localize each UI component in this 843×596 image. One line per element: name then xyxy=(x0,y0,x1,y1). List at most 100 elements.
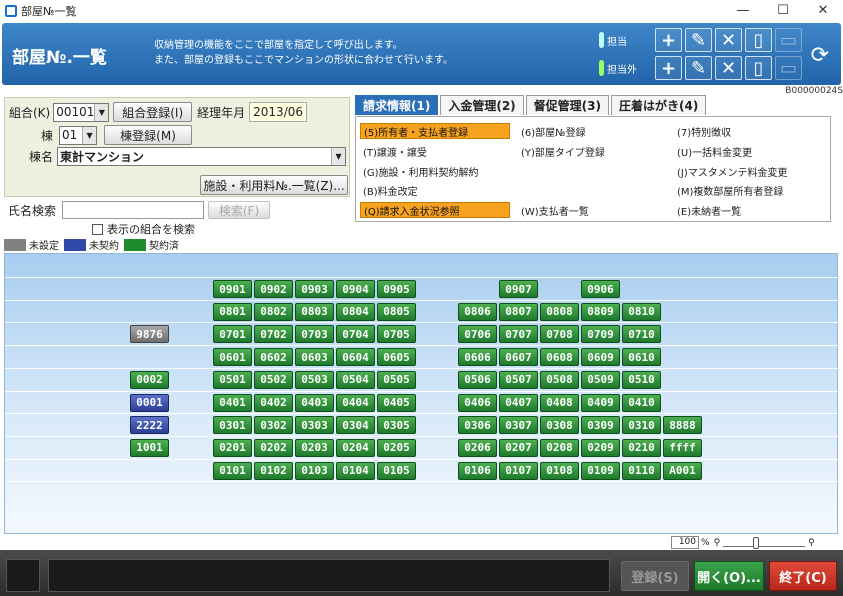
room-cell[interactable]: 0309 xyxy=(581,416,620,435)
room-cell[interactable]: 0609 xyxy=(581,348,620,367)
search-button[interactable]: 検索(F) xyxy=(208,201,271,219)
room-cell[interactable]: 1001 xyxy=(130,438,169,457)
room-cell[interactable]: 0409 xyxy=(581,393,620,412)
room-cell[interactable]: ffff xyxy=(663,438,702,457)
room-cell[interactable]: 0205 xyxy=(377,438,416,457)
room-cell[interactable]: 0104 xyxy=(336,461,375,480)
delete-icon[interactable]: ✕ xyxy=(715,28,742,52)
menu-multi-room-owner[interactable]: (M)複数部屋所有者登録 xyxy=(674,182,783,198)
room-cell[interactable]: 0307 xyxy=(499,416,538,435)
room-cell[interactable]: 0702 xyxy=(254,325,293,344)
zoom-out-icon[interactable]: ⚲ xyxy=(714,538,721,548)
tab-postcard[interactable]: 圧着はがき(4) xyxy=(610,95,707,115)
room-cell[interactable]: 0605 xyxy=(377,348,416,367)
room-cell[interactable]: 0901 xyxy=(213,280,252,298)
kumiai-register-button[interactable]: 組合登録(I) xyxy=(113,102,193,122)
room-cell[interactable]: 0703 xyxy=(295,325,334,344)
room-cell[interactable]: 0505 xyxy=(377,370,416,389)
room-cell[interactable]: 0308 xyxy=(540,416,579,435)
delete-icon[interactable]: ✕ xyxy=(715,56,742,80)
clipboard-icon[interactable]: ▯ xyxy=(745,28,772,52)
room-cell[interactable]: 0102 xyxy=(254,461,293,480)
room-cell[interactable]: 0709 xyxy=(581,325,620,344)
menu-billing-status[interactable]: (Q)請求入金状況参照 xyxy=(360,202,510,218)
open-button[interactable]: 開く(O)... xyxy=(694,561,764,591)
room-cell[interactable]: 0903 xyxy=(295,280,334,298)
room-cell[interactable]: 0208 xyxy=(540,438,579,457)
room-cell[interactable]: 0304 xyxy=(336,416,375,435)
room-cell[interactable]: 0501 xyxy=(213,370,252,389)
room-cell[interactable]: 0602 xyxy=(254,348,293,367)
menu-bulk-fee-change[interactable]: (U)一括料金変更 xyxy=(674,143,752,159)
close-window-button[interactable]: ✕ xyxy=(803,0,843,20)
room-cell[interactable]: 0204 xyxy=(336,438,375,457)
room-cell[interactable]: 0209 xyxy=(581,438,620,457)
add-icon[interactable]: + xyxy=(655,56,682,80)
room-cell[interactable]: 0404 xyxy=(336,393,375,412)
room-cell[interactable]: 0110 xyxy=(622,461,661,480)
room-cell[interactable]: 0306 xyxy=(458,416,497,435)
menu-room-register[interactable]: (6)部屋№登録 xyxy=(518,123,586,139)
menu-master-fee-change[interactable]: (J)マスタメンテ料金変更 xyxy=(674,163,787,179)
room-cell[interactable]: 9876 xyxy=(130,325,169,344)
room-cell[interactable]: 0106 xyxy=(458,461,497,480)
room-cell[interactable]: 0601 xyxy=(213,348,252,367)
room-cell[interactable]: 0805 xyxy=(377,302,416,321)
to-register-button[interactable]: 棟登録(M) xyxy=(104,125,193,145)
clipboard-icon[interactable]: ▯ xyxy=(745,56,772,80)
room-cell[interactable]: 0109 xyxy=(581,461,620,480)
room-cell[interactable]: 0701 xyxy=(213,325,252,344)
room-cell[interactable]: 0708 xyxy=(540,325,579,344)
room-cell[interactable]: 2222 xyxy=(130,416,169,435)
room-cell[interactable]: 0802 xyxy=(254,302,293,321)
to-select[interactable]: 01 ▼ xyxy=(59,125,98,145)
room-cell[interactable]: 0607 xyxy=(499,348,538,367)
room-cell[interactable]: 0203 xyxy=(295,438,334,457)
tab-payment[interactable]: 入金管理(2) xyxy=(440,95,524,115)
room-cell[interactable]: 0506 xyxy=(458,370,497,389)
room-cell[interactable]: 0905 xyxy=(377,280,416,298)
room-cell[interactable]: 0403 xyxy=(295,393,334,412)
edit-pencil-icon[interactable]: ✎ xyxy=(685,28,712,52)
search-scope-checkbox-row[interactable]: 表示の組合を検索 xyxy=(92,221,195,237)
room-cell[interactable]: 0509 xyxy=(581,370,620,389)
room-cell[interactable]: 8888 xyxy=(663,416,702,435)
room-cell[interactable]: 0207 xyxy=(499,438,538,457)
room-cell[interactable]: 0710 xyxy=(622,325,661,344)
room-cell[interactable]: 0806 xyxy=(458,302,497,321)
room-cell[interactable]: 0206 xyxy=(458,438,497,457)
room-cell[interactable]: 0302 xyxy=(254,416,293,435)
add-icon[interactable]: + xyxy=(655,28,682,52)
room-cell[interactable]: 0810 xyxy=(622,302,661,321)
room-cell[interactable]: 0807 xyxy=(499,302,538,321)
room-cell[interactable]: 0103 xyxy=(295,461,334,480)
room-cell[interactable]: 0210 xyxy=(622,438,661,457)
room-cell[interactable]: 0706 xyxy=(458,325,497,344)
menu-owner-payer-register[interactable]: (5)所有者・支払者登録 xyxy=(360,123,510,139)
room-cell[interactable]: 0804 xyxy=(336,302,375,321)
room-cell[interactable]: A001 xyxy=(663,461,702,480)
menu-special-collection[interactable]: (7)特別徴収 xyxy=(674,123,731,139)
edit-pencil-icon[interactable]: ✎ xyxy=(685,56,712,80)
maximize-button[interactable]: ☐ xyxy=(763,0,803,20)
room-cell[interactable]: 0808 xyxy=(540,302,579,321)
room-cell[interactable]: 0401 xyxy=(213,393,252,412)
room-cell[interactable]: 0202 xyxy=(254,438,293,457)
room-cell[interactable]: 0305 xyxy=(377,416,416,435)
room-cell[interactable]: 0406 xyxy=(458,393,497,412)
room-cell[interactable]: 0606 xyxy=(458,348,497,367)
room-cell[interactable]: 0707 xyxy=(499,325,538,344)
kumiai-select[interactable]: 00101 ▼ xyxy=(53,102,110,122)
room-cell[interactable]: 0508 xyxy=(540,370,579,389)
tab-dunning[interactable]: 督促管理(3) xyxy=(525,95,609,115)
menu-unpaid-list[interactable]: (E)未納者一覧 xyxy=(674,202,741,218)
exit-button[interactable]: 終了(C) xyxy=(769,561,837,591)
room-cell[interactable]: 0310 xyxy=(622,416,661,435)
room-cell[interactable]: 0705 xyxy=(377,325,416,344)
zoom-input[interactable]: 100 xyxy=(671,536,699,549)
zoom-in-icon[interactable]: ⚲ xyxy=(808,538,815,548)
refresh-icon[interactable]: ⟳ xyxy=(811,43,829,68)
menu-fee-revision[interactable]: (B)料金改定 xyxy=(360,182,418,198)
room-cell[interactable]: 0108 xyxy=(540,461,579,480)
room-cell[interactable]: 0303 xyxy=(295,416,334,435)
